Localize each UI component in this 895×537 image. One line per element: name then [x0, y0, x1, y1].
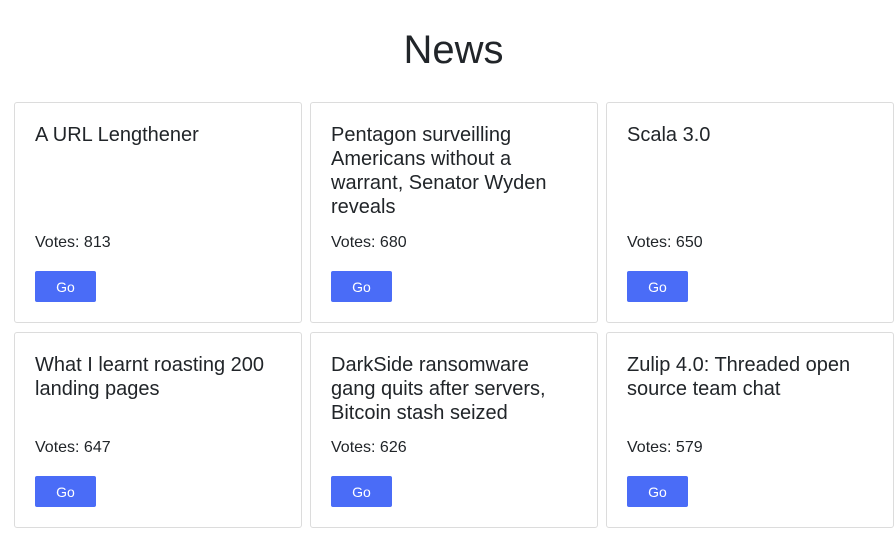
news-grid: A URL Lengthener Votes: 813 Go Pentagon …	[14, 102, 895, 537]
news-card: Scala 3.0 Votes: 650 Go	[606, 102, 894, 323]
news-card-title: What I learnt roasting 200 landing pages	[35, 354, 265, 400]
go-button[interactable]: Go	[627, 271, 688, 302]
news-card-votes: Votes: 626	[331, 439, 407, 456]
news-card-title: Zulip 4.0: Threaded open source team cha…	[627, 354, 851, 400]
go-button[interactable]: Go	[35, 476, 96, 507]
news-card-title: A URL Lengthener	[35, 124, 199, 146]
news-card: Pentagon surveilling Americans without a…	[310, 102, 598, 323]
news-card-title: Scala 3.0	[627, 124, 711, 146]
news-card-votes: Votes: 813	[35, 234, 111, 251]
go-button[interactable]: Go	[331, 271, 392, 302]
news-card: Zulip 4.0: Threaded open source team cha…	[606, 332, 894, 528]
news-card-title: DarkSide ransomware gang quits after ser…	[331, 354, 546, 424]
news-row: A URL Lengthener Votes: 813 Go Pentagon …	[14, 102, 895, 323]
go-button[interactable]: Go	[627, 476, 688, 507]
news-card-votes: Votes: 579	[627, 439, 703, 456]
go-button[interactable]: Go	[35, 271, 96, 302]
news-card-votes: Votes: 647	[35, 439, 111, 456]
page-title: News	[403, 28, 504, 72]
news-card: A URL Lengthener Votes: 813 Go	[14, 102, 302, 323]
news-row: What I learnt roasting 200 landing pages…	[14, 332, 895, 528]
news-card: DarkSide ransomware gang quits after ser…	[310, 332, 598, 528]
go-button[interactable]: Go	[331, 476, 392, 507]
news-card-title: Pentagon surveilling Americans without a…	[331, 124, 547, 218]
news-card-votes: Votes: 650	[627, 234, 703, 251]
news-card-votes: Votes: 680	[331, 234, 407, 251]
news-card: What I learnt roasting 200 landing pages…	[14, 332, 302, 528]
